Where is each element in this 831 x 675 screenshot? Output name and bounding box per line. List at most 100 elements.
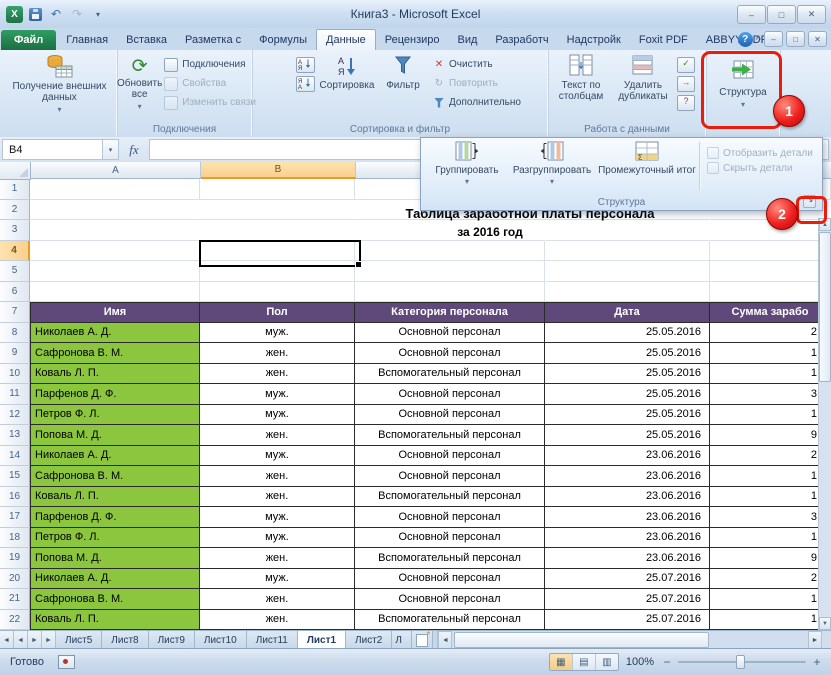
cell-E5[interactable] — [710, 261, 831, 282]
tab-главная[interactable]: Главная — [57, 30, 117, 50]
cell-A22[interactable]: Коваль Л. П. — [30, 609, 200, 630]
cell-D4[interactable] — [545, 240, 710, 261]
cell-D11[interactable]: 25.05.2016 — [545, 384, 710, 405]
cell-B10[interactable]: жен. — [200, 363, 355, 384]
tab-данные[interactable]: Данные — [316, 29, 376, 50]
cell-B7[interactable]: Пол — [200, 302, 355, 323]
what-if-analysis-icon[interactable]: ? — [677, 95, 695, 111]
page-layout-view-icon[interactable]: ▤ — [572, 654, 596, 670]
reapply-button[interactable]: ↻ Повторить — [433, 76, 521, 91]
cell-D14[interactable]: 23.06.2016 — [545, 445, 710, 466]
cell-E12[interactable]: 1 — [710, 404, 831, 425]
row-header-8[interactable]: 8 — [0, 322, 30, 343]
cell-B13[interactable]: жен. — [200, 425, 355, 446]
cell-C20[interactable]: Основной персонал — [355, 568, 545, 589]
cell-D13[interactable]: 25.05.2016 — [545, 425, 710, 446]
cell-B17[interactable]: муж. — [200, 507, 355, 528]
edit-links-button[interactable]: Изменить связи — [164, 95, 256, 110]
cell-B11[interactable]: муж. — [200, 384, 355, 405]
cell-B20[interactable]: муж. — [200, 568, 355, 589]
cell-A19[interactable]: Попова М. Д. — [30, 548, 200, 569]
row-header-13[interactable]: 13 — [0, 425, 30, 446]
cell-B15[interactable]: жен. — [200, 466, 355, 487]
scroll-left-icon[interactable]: ◄ — [438, 631, 453, 649]
row-header-14[interactable]: 14 — [0, 445, 30, 466]
scroll-down-icon[interactable]: ▼ — [819, 617, 831, 630]
sheet-tab-лист5[interactable]: Лист5 — [56, 631, 103, 649]
consolidate-icon[interactable]: → — [677, 76, 695, 92]
cell-E16[interactable]: 1 — [710, 486, 831, 507]
cell-A17[interactable]: Парфенов Д. Ф. — [30, 507, 200, 528]
cell-C12[interactable]: Основной персонал — [355, 404, 545, 425]
last-sheet-icon[interactable]: ► — [42, 631, 56, 649]
maximize-button[interactable]: □ — [767, 5, 796, 24]
cell-D8[interactable]: 25.05.2016 — [545, 322, 710, 343]
cell-E14[interactable]: 2 — [710, 445, 831, 466]
cell-A20[interactable]: Николаев А. Д. — [30, 568, 200, 589]
cell-A18[interactable]: Петров Ф. Л. — [30, 527, 200, 548]
get-external-data-button[interactable]: Получение внешних данных — [2, 50, 117, 115]
remove-duplicates-button[interactable]: Удалить дубликаты — [611, 50, 675, 111]
cell-E8[interactable]: 2 — [710, 322, 831, 343]
cell-D9[interactable]: 25.05.2016 — [545, 343, 710, 364]
fill-handle[interactable] — [355, 261, 362, 268]
sheet-tab-лист2[interactable]: Лист2 — [346, 631, 393, 649]
cell-A5[interactable] — [30, 261, 200, 282]
cell-C16[interactable]: Вспомогательный персонал — [355, 486, 545, 507]
cell-E21[interactable]: 1 — [710, 589, 831, 610]
cell-A6[interactable] — [30, 281, 200, 302]
cell-C19[interactable]: Вспомогательный персонал — [355, 548, 545, 569]
subtotal-button[interactable]: Σ Промежуточный итог — [597, 140, 697, 176]
cell-D5[interactable] — [545, 261, 710, 282]
sheet-tab-л[interactable]: Л — [392, 631, 413, 649]
cell-A9[interactable]: Сафронова В. М. — [30, 343, 200, 364]
hide-details-button[interactable]: Скрыть детали — [707, 162, 813, 174]
tab-файл[interactable]: Файл — [1, 30, 57, 50]
cell-C21[interactable]: Основной персонал — [355, 589, 545, 610]
refresh-all-button[interactable]: ⟳ Обновить все — [117, 50, 162, 112]
sort-az-icon[interactable]: АЯ — [296, 57, 315, 73]
scroll-right-icon[interactable]: ► — [808, 631, 822, 649]
cell-B22[interactable]: жен. — [200, 609, 355, 630]
vertical-scroll-thumb[interactable] — [819, 232, 831, 382]
name-box-dropdown-icon[interactable]: ▾ — [102, 139, 119, 160]
cell-B9[interactable]: жен. — [200, 343, 355, 364]
cell-C17[interactable]: Основной персонал — [355, 507, 545, 528]
row-header-5[interactable]: 5 — [0, 261, 30, 282]
help-icon[interactable]: ? — [737, 31, 753, 47]
cell-D7[interactable]: Дата — [545, 302, 710, 323]
cell-A10[interactable]: Коваль Л. П. — [30, 363, 200, 384]
cell-D15[interactable]: 23.06.2016 — [545, 466, 710, 487]
cell-B1[interactable] — [200, 179, 355, 200]
row-header-22[interactable]: 22 — [0, 609, 30, 630]
cell-E17[interactable]: 3 — [710, 507, 831, 528]
cell-B14[interactable]: муж. — [200, 445, 355, 466]
save-icon[interactable] — [26, 6, 44, 22]
cell-E4[interactable] — [710, 240, 831, 261]
row-header-16[interactable]: 16 — [0, 486, 30, 507]
filter-button[interactable]: Фильтр — [379, 50, 427, 110]
cell-A8[interactable]: Николаев А. Д. — [30, 322, 200, 343]
row-header-1[interactable]: 1 — [0, 179, 30, 200]
cell-A1[interactable] — [30, 179, 200, 200]
cell-A21[interactable]: Сафронова В. М. — [30, 589, 200, 610]
name-box[interactable]: B4 — [2, 139, 102, 160]
text-to-columns-button[interactable]: Текст по столбцам — [551, 50, 611, 111]
cell-D16[interactable]: 23.06.2016 — [545, 486, 710, 507]
normal-view-icon[interactable]: ▦ — [549, 654, 573, 670]
cell-A7[interactable]: Имя — [30, 302, 200, 323]
horizontal-scrollbar[interactable]: ◄ ► — [437, 631, 831, 649]
cell-C10[interactable]: Вспомогательный персонал — [355, 363, 545, 384]
tab-foxit-pdf[interactable]: Foxit PDF — [630, 30, 697, 50]
cell-B12[interactable]: муж. — [200, 404, 355, 425]
zoom-out-icon[interactable]: − — [661, 655, 673, 669]
undo-icon[interactable]: ↶ — [47, 6, 65, 22]
cell-E6[interactable] — [710, 281, 831, 302]
cell-E13[interactable]: 9 — [710, 425, 831, 446]
cell-E11[interactable]: 3 — [710, 384, 831, 405]
cell-A15[interactable]: Сафронова В. М. — [30, 466, 200, 487]
clear-filter-button[interactable]: ✕ Очистить — [433, 57, 521, 72]
minimize-ribbon-icon[interactable]: ^ — [756, 34, 761, 44]
first-sheet-icon[interactable]: ◄ — [0, 631, 14, 649]
cell-B16[interactable]: жен. — [200, 486, 355, 507]
